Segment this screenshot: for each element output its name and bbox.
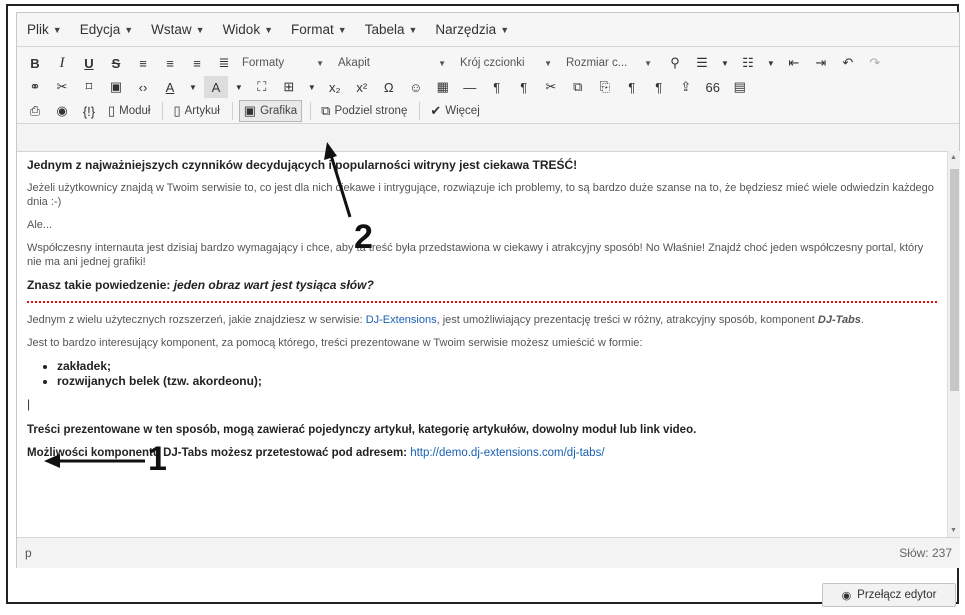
arrow-2-line bbox=[328, 151, 352, 218]
annotation-number-2: 2 bbox=[354, 218, 373, 256]
annotation-arrows bbox=[44, 142, 352, 468]
arrow-2-head bbox=[324, 142, 337, 160]
annotation-number-1: 1 bbox=[148, 440, 167, 478]
arrow-1-head bbox=[44, 454, 60, 468]
